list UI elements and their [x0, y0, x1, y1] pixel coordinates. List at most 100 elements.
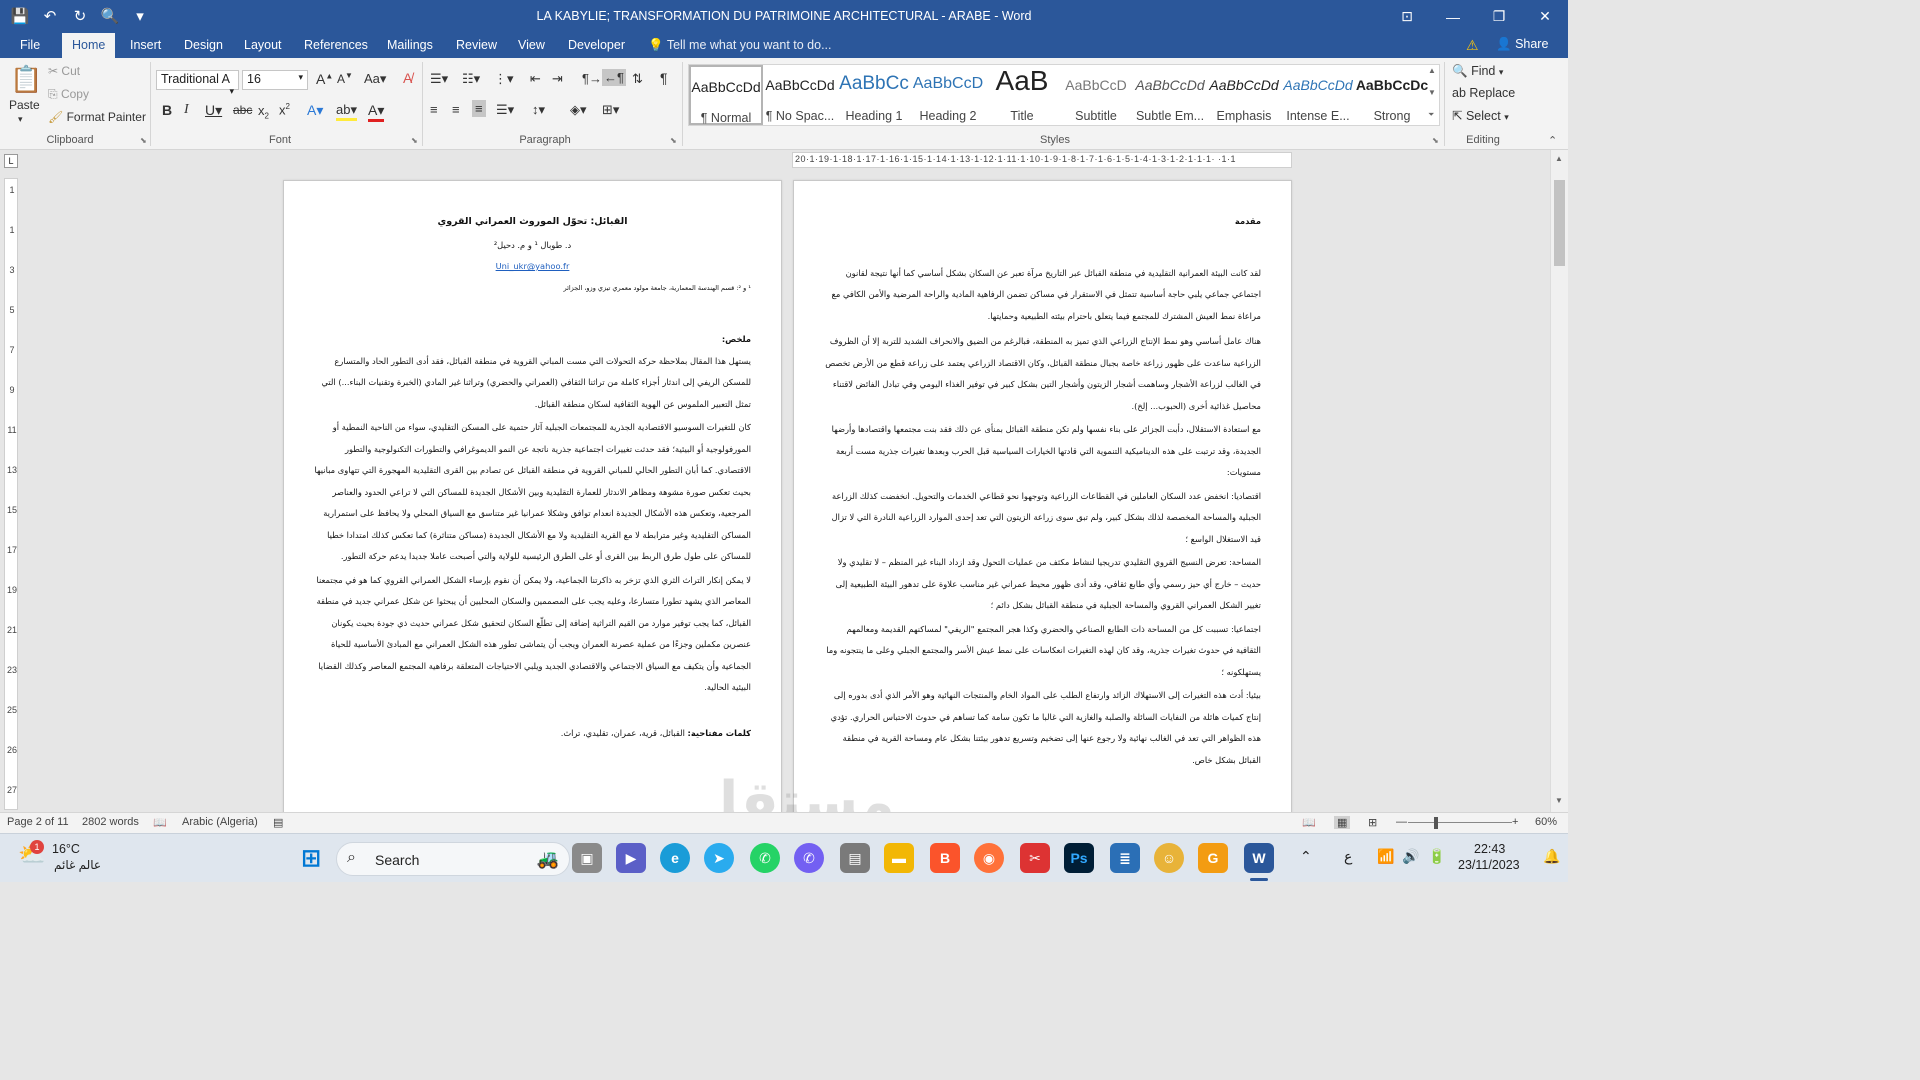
collapse-ribbon-icon[interactable]: ⌃: [1548, 134, 1557, 147]
numbering-icon[interactable]: ☷▾: [462, 71, 480, 87]
increase-indent-icon[interactable]: ⇥: [552, 71, 563, 87]
change-case-icon[interactable]: Aa▾: [364, 71, 386, 87]
format-painter-button[interactable]: 🖌 Format Painter: [48, 110, 146, 124]
bold-icon[interactable]: B: [162, 102, 172, 118]
word-count[interactable]: 2802 words: [82, 816, 139, 828]
notifications-icon[interactable]: 🔔: [1543, 848, 1560, 865]
replace-button[interactable]: ab Replace: [1452, 86, 1515, 100]
style-emphasis[interactable]: AaBbCcDd Emphasis: [1207, 65, 1281, 125]
page-count[interactable]: Page 2 of 11: [7, 816, 69, 828]
sort-icon[interactable]: ⇅: [632, 71, 643, 87]
borders-icon[interactable]: ⊞▾: [602, 102, 619, 118]
print-layout-icon[interactable]: ▦: [1334, 816, 1351, 829]
photoshop-icon[interactable]: Ps: [1064, 843, 1094, 873]
scroll-thumb[interactable]: [1554, 180, 1565, 266]
shading-icon[interactable]: ◈▾: [570, 102, 587, 118]
tab-insert[interactable]: Insert: [120, 33, 171, 58]
zoom-level[interactable]: 60%: [1535, 816, 1557, 828]
align-right-icon[interactable]: ≡: [472, 100, 486, 117]
style-subtle-emphasis[interactable]: AaBbCcDd Subtle Em...: [1133, 65, 1207, 125]
italic-icon[interactable]: I: [184, 102, 189, 118]
share-button[interactable]: 👤 Share: [1496, 37, 1548, 52]
underline-icon[interactable]: U▾: [205, 102, 222, 119]
align-left-icon[interactable]: ≡: [430, 102, 438, 117]
tab-design[interactable]: Design: [174, 33, 233, 58]
font-size-dropdown-icon[interactable]: ▾: [298, 72, 303, 83]
edge-browser-icon[interactable]: e: [660, 843, 690, 873]
font-name-combo[interactable]: Traditional A ▾: [156, 70, 239, 96]
brave-browser-icon[interactable]: B: [930, 843, 960, 873]
app-icon[interactable]: ▤: [840, 843, 870, 873]
line-spacing-icon[interactable]: ↕▾: [532, 102, 545, 118]
vertical-scrollbar[interactable]: ▲ ▼: [1550, 150, 1568, 812]
volume-icon[interactable]: 🔊: [1402, 848, 1419, 865]
tab-file[interactable]: File: [10, 33, 50, 58]
cut-button[interactable]: ✂ Cut: [48, 64, 80, 78]
style-no-spacing[interactable]: AaBbCcDd ¶ No Spac...: [763, 65, 837, 125]
highlight-color-icon[interactable]: ab▾: [336, 102, 357, 121]
justify-icon[interactable]: ☰▾: [496, 102, 514, 118]
tab-mailings[interactable]: Mailings: [377, 33, 443, 58]
style-normal[interactable]: AaBbCcDd ¶ Normal: [689, 65, 763, 125]
styles-more-icon[interactable]: ⏷: [1428, 110, 1434, 120]
font-launcher-icon[interactable]: ⬊: [411, 136, 418, 145]
paragraph-launcher-icon[interactable]: ⬊: [670, 136, 677, 145]
show-marks-icon[interactable]: ¶: [660, 70, 668, 86]
telegram-icon[interactable]: ➤: [704, 843, 734, 873]
tab-stop-selector[interactable]: L: [4, 154, 18, 168]
teams-chat-icon[interactable]: ▶: [616, 843, 646, 873]
clock-date[interactable]: 23/11/2023: [1458, 858, 1520, 872]
page-left[interactable]: القبائل: تحوّل الموروث العمراني القروي د…: [283, 180, 782, 812]
multilevel-list-icon[interactable]: ⋮▾: [494, 71, 514, 87]
snipping-tool-icon[interactable]: ✂: [1020, 843, 1050, 873]
tab-references[interactable]: References: [294, 33, 378, 58]
maximize-button[interactable]: ❐: [1476, 0, 1522, 33]
styles-scroll-up-icon[interactable]: ▲: [1428, 66, 1436, 75]
rtl-direction-icon[interactable]: ←¶: [602, 69, 626, 86]
whatsapp-icon[interactable]: ✆: [750, 843, 780, 873]
windows-start-icon[interactable]: ⊞: [296, 843, 326, 873]
proofing-icon[interactable]: 📖: [153, 816, 167, 829]
find-dropdown-icon[interactable]: ▾: [1499, 67, 1504, 77]
style-strong[interactable]: AaBbCcDc Strong: [1355, 65, 1429, 125]
select-dropdown-icon[interactable]: ▾: [1504, 112, 1509, 122]
minimize-button[interactable]: —: [1430, 0, 1476, 33]
align-center-icon[interactable]: ≡: [452, 102, 460, 117]
style-heading-2[interactable]: AaBbCcD Heading 2: [911, 65, 985, 125]
paste-dropdown-icon[interactable]: ▾: [18, 114, 23, 125]
page-right[interactable]: مقدمة لقد كانت البيئة العمرانية التقليدي…: [793, 180, 1292, 812]
font-name-dropdown-icon[interactable]: ▾: [229, 86, 234, 97]
zoom-slider-thumb[interactable]: [1434, 817, 1438, 829]
vertical-ruler[interactable]: 1 1 3 5 7 9 11 13 15 17 19 21 23 25 26 2…: [4, 178, 18, 810]
scroll-up-icon[interactable]: ▲: [1555, 154, 1563, 163]
wifi-icon[interactable]: 📶: [1377, 848, 1394, 865]
subscript-icon[interactable]: x2: [258, 103, 269, 121]
document-area[interactable]: القبائل: تحوّل الموروث العمراني القروي د…: [20, 170, 1550, 812]
language-indicator[interactable]: Arabic (Algeria): [182, 816, 258, 828]
style-intense-emphasis[interactable]: AaBbCcDd Intense E...: [1281, 65, 1355, 125]
strikethrough-icon[interactable]: abc: [233, 103, 252, 117]
style-title[interactable]: AaB Title: [985, 65, 1059, 125]
tab-review[interactable]: Review: [446, 33, 507, 58]
web-layout-icon[interactable]: ⊞: [1368, 816, 1377, 829]
clear-formatting-icon[interactable]: A̸: [403, 70, 412, 86]
styles-scroll-down-icon[interactable]: ▼: [1428, 88, 1436, 97]
author-email-link[interactable]: Uni_ukr@yahoo.fr: [314, 256, 751, 278]
find-button[interactable]: 🔍 Find ▾: [1452, 64, 1503, 79]
battery-icon[interactable]: 🔋: [1428, 848, 1445, 865]
tab-view[interactable]: View: [508, 33, 555, 58]
style-heading-1[interactable]: AaBbCc Heading 1: [837, 65, 911, 125]
clipboard-launcher-icon[interactable]: ⬊: [140, 136, 147, 145]
zoom-out-icon[interactable]: —: [1396, 816, 1407, 828]
read-mode-icon[interactable]: 📖: [1302, 816, 1316, 829]
warning-icon[interactable]: ⚠: [1466, 37, 1479, 54]
font-color-icon[interactable]: A▾: [368, 102, 385, 122]
viber-icon[interactable]: ✆: [794, 843, 824, 873]
file-explorer-icon[interactable]: ▬: [884, 843, 914, 873]
zoom-in-icon[interactable]: +: [1512, 816, 1518, 828]
firefox-icon[interactable]: ◉: [974, 843, 1004, 873]
zoom-slider[interactable]: [1408, 822, 1512, 823]
tab-layout[interactable]: Layout: [234, 33, 292, 58]
superscript-icon[interactable]: x2: [279, 102, 290, 117]
task-view-icon[interactable]: ▣: [572, 843, 602, 873]
